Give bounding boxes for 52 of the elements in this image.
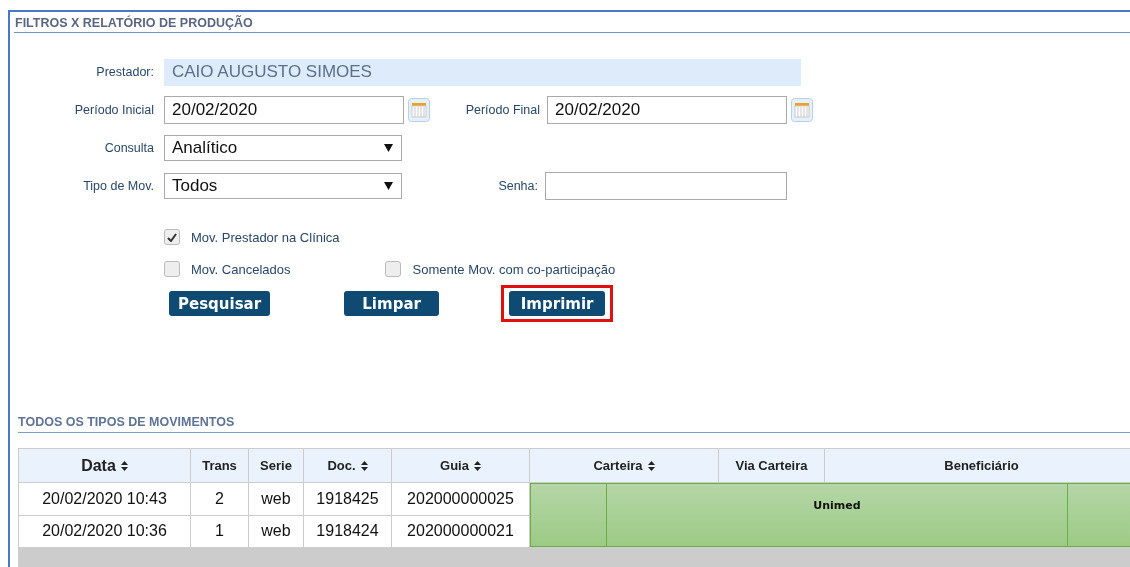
table-cell: 202000000025	[391, 482, 530, 515]
column-label: Via Carteira	[735, 458, 808, 473]
sort-icon[interactable]	[647, 460, 655, 471]
checkbox[interactable]	[164, 261, 180, 277]
table-cell: 1918424	[303, 515, 392, 548]
date-field[interactable]: 20/02/2020	[164, 96, 404, 124]
prestador-value: CAIO AUGUSTO SIMOES	[164, 58, 801, 86]
action-button[interactable]: Pesquisar	[169, 291, 271, 316]
table-cell: 1918425	[303, 482, 392, 515]
table-cell: 1	[190, 515, 249, 548]
checkbox[interactable]	[385, 261, 402, 277]
column-header[interactable]: Carteira	[529, 448, 719, 483]
column-header[interactable]: Guia	[391, 448, 530, 483]
field-label: Tipo de Mov.	[82, 179, 154, 193]
table-cell: 20/02/2020 10:36	[18, 515, 191, 548]
banner-text: Unimed	[813, 499, 861, 512]
sort-icon[interactable]	[120, 460, 128, 471]
table-cell: 202000000021	[391, 515, 530, 548]
section-title: TODOS OS TIPOS DE MOVIMENTOS	[18, 415, 1130, 433]
column-header[interactable]: Data	[18, 448, 191, 483]
password-field[interactable]	[545, 172, 787, 200]
column-label: Carteira	[593, 458, 643, 473]
dropdown-arrow-icon	[384, 182, 393, 190]
field-label: Consulta	[103, 141, 154, 155]
action-button[interactable]: Imprimir	[509, 291, 606, 316]
column-header[interactable]: Doc.	[303, 448, 392, 483]
panel-title: FILTROS X RELATÓRIO DE PRODUÇÃO	[14, 12, 1130, 33]
table-cell: web	[248, 515, 304, 548]
checkbox-label: Mov. Cancelados	[191, 261, 291, 277]
action-button[interactable]: Limpar	[344, 291, 440, 316]
table-cell: web	[248, 482, 304, 515]
checkbox-label: Somente Mov. com co-participação	[412, 261, 616, 277]
field-label: Período Final	[464, 103, 540, 117]
column-label: Data	[81, 456, 116, 475]
checkbox[interactable]	[164, 229, 180, 245]
field-label: Período Inicial	[73, 103, 154, 117]
consulta-dropdown[interactable]: Analítico	[164, 135, 402, 161]
table-cell: 2	[190, 482, 249, 515]
column-label: Doc.	[327, 458, 356, 473]
checkbox-label: Mov. Prestador na Clínica	[191, 229, 340, 245]
column-label: Guia	[440, 458, 469, 473]
sort-icon[interactable]	[360, 460, 368, 471]
sort-icon[interactable]	[473, 460, 481, 471]
field-label: Prestador:	[95, 65, 154, 79]
dropdown-arrow-icon	[384, 144, 393, 152]
table-cell: 20/02/2020 10:43	[18, 482, 191, 515]
column-label: Trans	[202, 458, 237, 473]
column-label: Serie	[260, 458, 292, 473]
tipo-dropdown[interactable]: Todos	[164, 173, 402, 199]
field-label: Senha:	[497, 179, 538, 193]
column-label: Beneficiário	[944, 458, 1019, 473]
date-field[interactable]: 20/02/2020	[547, 96, 787, 124]
